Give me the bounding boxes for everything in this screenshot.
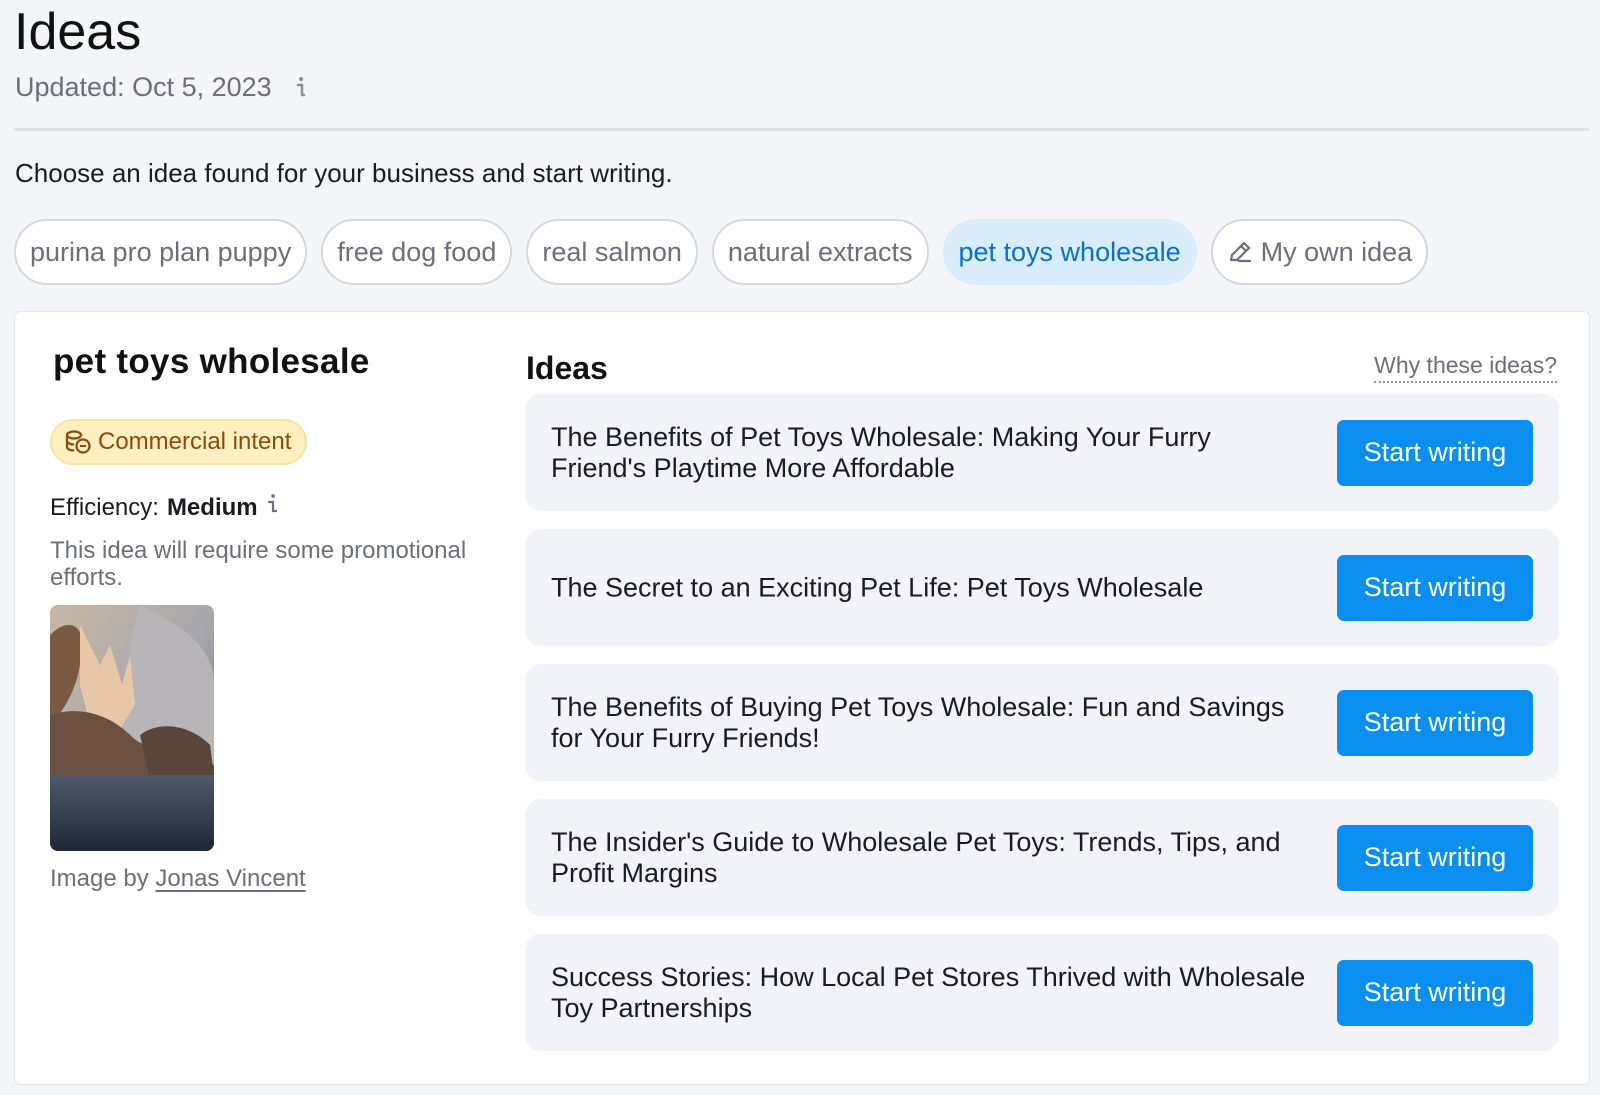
ideas-heading: Ideas <box>526 350 608 386</box>
chip-label: purina pro plan puppy <box>30 236 292 267</box>
pencil-icon <box>1227 239 1253 265</box>
coins-icon <box>64 428 92 456</box>
keyword-chips: purina pro plan puppy free dog food real… <box>14 219 1429 285</box>
efficiency-label: Efficiency: <box>50 494 159 521</box>
idea-item: Success Stories: How Local Pet Stores Th… <box>525 934 1559 1051</box>
ideas-page: Ideas Updated: Oct 5, 2023 Choose an ide… <box>0 0 1600 1095</box>
idea-title: Success Stories: How Local Pet Stores Th… <box>551 961 1306 1023</box>
idea-item: The Insider's Guide to Wholesale Pet Toy… <box>525 799 1559 916</box>
chip-purina-pro-plan-puppy[interactable]: purina pro plan puppy <box>14 219 308 285</box>
idea-item: The Secret to an Exciting Pet Life: Pet … <box>525 529 1559 646</box>
intent-label: Commercial intent <box>98 428 292 455</box>
start-writing-button[interactable]: Start writing <box>1337 959 1533 1026</box>
chip-natural-extracts[interactable]: natural extracts <box>711 219 929 285</box>
chip-pet-toys-wholesale[interactable]: pet toys wholesale <box>942 219 1197 285</box>
credit-prefix: Image by <box>50 865 149 892</box>
start-writing-button[interactable]: Start writing <box>1337 554 1533 621</box>
start-writing-button[interactable]: Start writing <box>1337 824 1533 891</box>
chip-real-salmon[interactable]: real salmon <box>526 219 698 285</box>
keyword-title: pet toys wholesale <box>53 342 370 381</box>
credit-author-link[interactable]: Jonas Vincent <box>155 865 305 892</box>
idea-title: The Insider's Guide to Wholesale Pet Toy… <box>551 826 1281 888</box>
ideas-list: The Benefits of Pet Toys Wholesale: Maki… <box>525 394 1559 1069</box>
intro-text: Choose an idea found for your business a… <box>15 158 673 188</box>
efficiency-value: Medium <box>166 494 258 521</box>
idea-title: The Benefits of Buying Pet Toys Wholesal… <box>551 691 1285 753</box>
efficiency-row: Efficiency: Medium <box>50 494 278 522</box>
image-credit: Image by Jonas Vincent <box>50 865 306 893</box>
chip-my-own-idea[interactable]: My own idea <box>1210 219 1429 285</box>
start-writing-button[interactable]: Start writing <box>1337 689 1533 756</box>
idea-title: The Benefits of Pet Toys Wholesale: Maki… <box>551 421 1211 483</box>
intent-badge: Commercial intent <box>50 419 308 465</box>
idea-item: The Benefits of Buying Pet Toys Wholesal… <box>525 664 1559 781</box>
idea-card: pet toys wholesale Commercial intent Eff… <box>14 311 1590 1085</box>
info-icon[interactable] <box>294 75 308 101</box>
header-divider <box>14 128 1590 131</box>
idea-title: The Secret to an Exciting Pet Life: Pet … <box>551 572 1204 602</box>
why-these-ideas-link[interactable]: Why these ideas? <box>1374 352 1557 383</box>
info-icon[interactable] <box>266 492 278 516</box>
idea-item: The Benefits of Pet Toys Wholesale: Maki… <box>525 394 1559 511</box>
efficiency-note: This idea will require some promotional … <box>50 537 467 591</box>
updated-date: Updated: Oct 5, 2023 <box>15 72 272 102</box>
chip-free-dog-food[interactable]: free dog food <box>321 219 513 285</box>
chip-label: natural extracts <box>727 236 913 267</box>
chip-label: My own idea <box>1260 236 1413 267</box>
updated-row: Updated: Oct 5, 2023 <box>15 72 308 103</box>
chip-label: real salmon <box>542 236 682 267</box>
idea-image <box>50 605 214 851</box>
chip-label: pet toys wholesale <box>958 236 1181 267</box>
page-title: Ideas <box>14 3 142 61</box>
chip-label: free dog food <box>337 236 497 267</box>
start-writing-button[interactable]: Start writing <box>1337 419 1533 486</box>
